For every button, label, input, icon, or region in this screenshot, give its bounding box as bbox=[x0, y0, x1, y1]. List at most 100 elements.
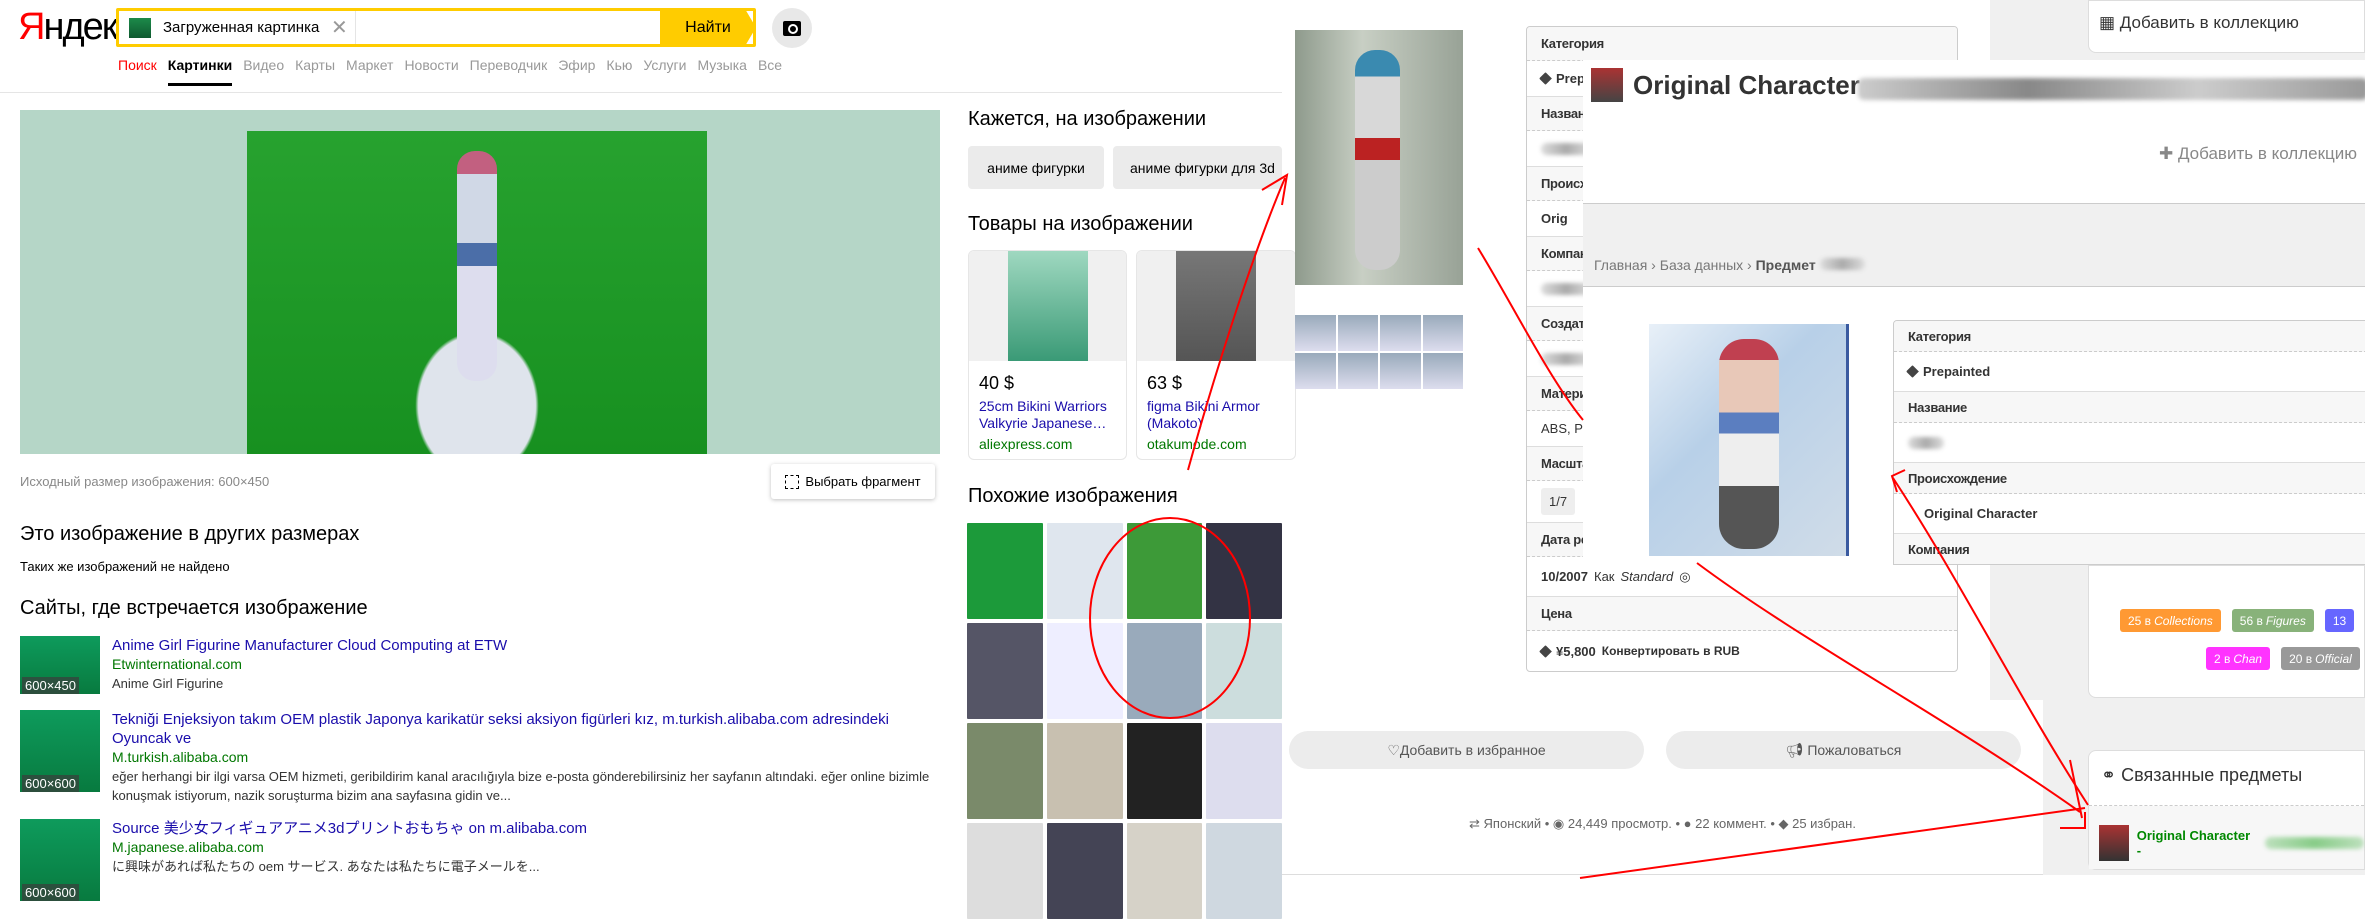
select-fragment-button[interactable]: Выбрать фрагмент bbox=[771, 464, 935, 499]
related-item-avatar[interactable] bbox=[2099, 824, 2129, 861]
nav-music[interactable]: Музыка bbox=[697, 57, 747, 86]
similar-image[interactable] bbox=[1126, 623, 1203, 719]
price-header: Цена bbox=[1527, 597, 1957, 631]
similar-image[interactable] bbox=[1206, 523, 1282, 619]
product-shop[interactable]: aliexpress.com bbox=[979, 436, 1126, 452]
tag-icon bbox=[1906, 365, 1919, 378]
similar-image[interactable] bbox=[1046, 523, 1123, 619]
nav-video[interactable]: Видео bbox=[243, 57, 284, 86]
info-icon[interactable]: ◎ bbox=[1679, 569, 1690, 585]
similar-image[interactable] bbox=[1206, 723, 1282, 819]
origin-value[interactable]: Original Character bbox=[1894, 494, 2365, 534]
similar-image[interactable] bbox=[1046, 723, 1123, 819]
nav-translate[interactable]: Переводчик bbox=[470, 57, 548, 86]
category-header: Категория bbox=[1894, 321, 2365, 352]
clear-icon[interactable]: ✕ bbox=[331, 15, 348, 40]
tag-chip[interactable]: аниме фигурки для 3d bbox=[1113, 146, 1282, 189]
uploaded-image-preview[interactable] bbox=[20, 110, 940, 454]
similar-image[interactable] bbox=[967, 523, 1043, 619]
service-nav: Поиск Картинки Видео Карты Маркет Новост… bbox=[118, 57, 782, 86]
tag-chip[interactable]: аниме фигурки bbox=[968, 146, 1104, 189]
add-favorite-button[interactable]: ♡ Добавить в избранное bbox=[1289, 731, 1644, 769]
similar-image[interactable] bbox=[1126, 523, 1203, 619]
similar-image[interactable] bbox=[1206, 623, 1282, 719]
product-card[interactable]: 40 $ 25cm Bikini Warriors Valkyrie Japan… bbox=[968, 250, 1127, 460]
related-items-card: ⚭ Связанные предметы Original Character … bbox=[2088, 750, 2365, 870]
badge-other[interactable]: 13 bbox=[2324, 609, 2355, 632]
badge-chan[interactable]: 2 в Chan bbox=[2206, 647, 2271, 670]
nav-market[interactable]: Маркет bbox=[346, 57, 393, 86]
collection-badges: 25 в Collections 56 в Figures 13 bbox=[2120, 609, 2355, 632]
seems-heading: Кажется, на изображении bbox=[968, 108, 1207, 130]
product-image bbox=[1007, 251, 1088, 361]
similar-image[interactable] bbox=[967, 723, 1043, 819]
uploaded-image-chip: Загруженная картинка bbox=[163, 19, 320, 36]
site-result: 600×450 Anime Girl Figurine Manufacturer… bbox=[20, 636, 940, 696]
nav-all[interactable]: Все bbox=[758, 57, 782, 86]
result-thumbnail[interactable]: 600×450 bbox=[20, 636, 100, 694]
camera-search-button[interactable] bbox=[772, 8, 812, 48]
result-title-link[interactable]: Anime Girl Figurine Manufacturer Cloud C… bbox=[112, 637, 507, 654]
similar-image[interactable] bbox=[1126, 723, 1203, 819]
similar-image[interactable] bbox=[967, 823, 1043, 919]
breadcrumb: Главная › База данных › Предмет bbox=[1583, 204, 2365, 287]
figure-product-photo bbox=[1295, 30, 1463, 389]
category-header: Категория bbox=[1527, 27, 1957, 61]
product-card[interactable]: 63 $ figma Bikini Armor (Makoto) otakumo… bbox=[1136, 250, 1296, 460]
tag-icon bbox=[1539, 72, 1552, 85]
product-name[interactable]: 25cm Bikini Warriors Valkyrie Japanese… bbox=[979, 398, 1126, 432]
item-header: Original Character - ✚ Добавить в коллек… bbox=[1583, 60, 2365, 204]
report-button[interactable]: 📢︎ Пожаловаться bbox=[1666, 731, 2021, 769]
similar-image[interactable] bbox=[1046, 823, 1123, 919]
nav-search[interactable]: Поиск bbox=[118, 57, 157, 86]
product-name[interactable]: figma Bikini Armor (Makoto) bbox=[1147, 398, 1295, 432]
nav-q[interactable]: Кью bbox=[606, 57, 632, 86]
product-shop[interactable]: otakumode.com bbox=[1147, 436, 1295, 452]
convert-link[interactable]: Конвертировать в RUB bbox=[1602, 644, 1740, 658]
result-thumbnail[interactable]: 600×600 bbox=[20, 819, 100, 901]
site-result: 600×600 Source 美少女フィギュアアニメ3dプリントおもちゃ on … bbox=[20, 819, 940, 901]
item-avatar bbox=[1591, 68, 1623, 102]
add-collection-button[interactable]: ✚ Добавить в коллекцию bbox=[2159, 144, 2357, 164]
item-box-image[interactable] bbox=[1649, 324, 1849, 556]
result-domain[interactable]: M.japanese.alibaba.com bbox=[112, 838, 942, 857]
find-button[interactable]: Найти bbox=[660, 8, 756, 47]
nav-news[interactable]: Новости bbox=[404, 57, 458, 86]
price-tag-icon bbox=[1539, 644, 1552, 658]
badge-collections[interactable]: 25 в Collections bbox=[2120, 609, 2221, 632]
related-item-link[interactable]: Original Character - bbox=[2137, 828, 2257, 858]
megaphone-icon: 📢︎ bbox=[1785, 741, 1804, 758]
collection-badges-row2: 2 в Chan 20 в Official bbox=[2206, 647, 2360, 670]
result-domain[interactable]: M.turkish.alibaba.com bbox=[112, 748, 942, 767]
similar-image[interactable] bbox=[967, 623, 1043, 719]
similar-image[interactable] bbox=[1206, 823, 1282, 919]
breadcrumb-home[interactable]: Главная bbox=[1594, 257, 1647, 273]
result-thumbnail[interactable]: 600×600 bbox=[20, 710, 100, 792]
result-title-link[interactable]: Source 美少女フィギュアアニメ3dプリントおもちゃ on m.alibab… bbox=[112, 820, 587, 837]
category-value[interactable]: Prepainted bbox=[1923, 364, 1990, 379]
breadcrumb-current: Предмет bbox=[1755, 257, 1816, 273]
nav-images[interactable]: Картинки bbox=[167, 57, 233, 86]
divider bbox=[355, 11, 356, 44]
product-price: 40 $ bbox=[979, 373, 1015, 393]
product-image bbox=[1176, 251, 1256, 361]
link-icon: ⚭ bbox=[2101, 765, 2117, 785]
result-title-link[interactable]: Tekniği Enjeksiyon takım OEM plastik Jap… bbox=[112, 711, 889, 747]
nav-maps[interactable]: Карты bbox=[295, 57, 335, 86]
nav-efir[interactable]: Эфир bbox=[558, 57, 595, 86]
similar-images-grid bbox=[967, 523, 1282, 919]
similar-image[interactable] bbox=[1046, 623, 1123, 719]
badge-figures[interactable]: 56 в Figures bbox=[2231, 609, 2314, 632]
result-domain[interactable]: Etwinternational.com bbox=[112, 655, 942, 674]
scale-value[interactable]: 1/7 bbox=[1541, 488, 1576, 515]
similar-image[interactable] bbox=[1126, 823, 1203, 919]
nav-services[interactable]: Услуги bbox=[643, 57, 686, 86]
top-add-collection[interactable]: ▦ Добавить в коллекцию bbox=[2088, 0, 2365, 53]
badge-official[interactable]: 20 в Official bbox=[2281, 647, 2360, 670]
breadcrumb-database[interactable]: База данных bbox=[1660, 257, 1743, 273]
item-details-table: Категория Prepainted Название Происхожде… bbox=[1893, 320, 2365, 565]
sites-heading: Сайты, где встречается изображение bbox=[20, 597, 368, 619]
name-header: Название bbox=[1894, 392, 2365, 423]
result-desc: Anime Girl Figurine bbox=[112, 676, 224, 691]
camera-icon bbox=[783, 20, 801, 36]
